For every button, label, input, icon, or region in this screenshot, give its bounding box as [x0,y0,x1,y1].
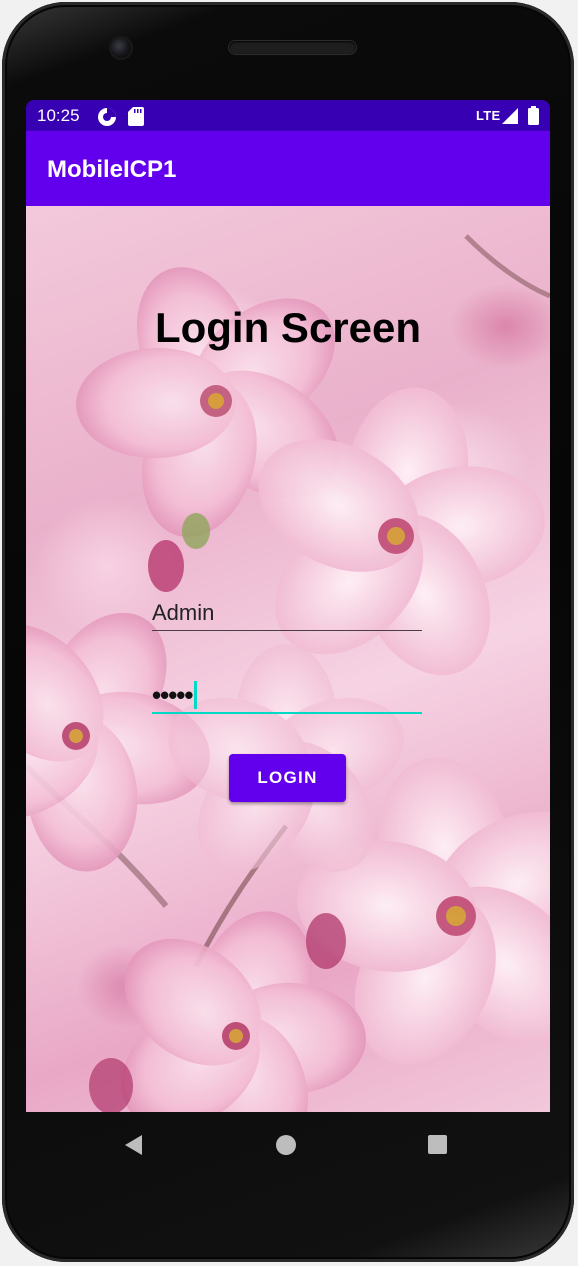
text-cursor [194,681,197,709]
device-screen: 10:25 LTE MobileICP1 Login Screen Admin … [26,100,550,1112]
app-title: MobileICP1 [47,156,177,183]
navigation-bar [26,1112,550,1182]
status-bar: 10:25 LTE [26,100,550,131]
app-bar: MobileICP1 [26,131,550,206]
password-masked-value: ••••• [152,680,194,710]
password-field[interactable]: ••••• [152,678,422,714]
login-button[interactable]: LOGIN [229,754,346,802]
back-icon[interactable] [124,1135,144,1160]
login-content: Login Screen Admin ••••• LOGIN [26,206,550,1112]
network-type: LTE [476,108,501,123]
sd-card-icon [128,107,144,131]
page-title: Login Screen [154,304,422,351]
username-value: Admin [152,600,215,625]
recents-icon[interactable] [428,1135,447,1154]
earpiece-speaker [229,41,356,54]
signal-icon [502,108,518,129]
front-camera [111,38,131,58]
status-time: 10:25 [37,106,80,125]
data-saver-icon [97,107,117,132]
username-field[interactable]: Admin [152,600,422,631]
home-icon[interactable] [276,1135,296,1155]
battery-icon [528,106,539,130]
